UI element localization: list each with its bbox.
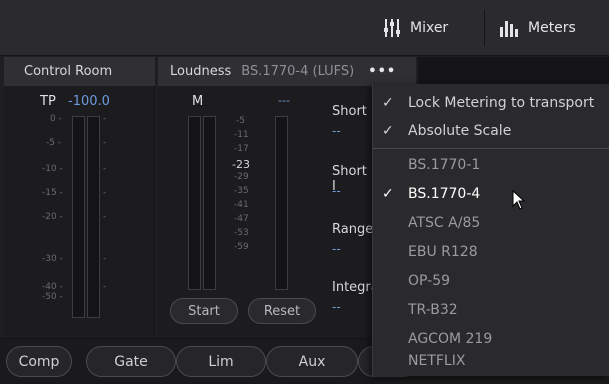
cr-tick: -15 - bbox=[42, 188, 63, 198]
loudness-options-menu: ✓ Lock Metering to transport ✓ Absolute … bbox=[372, 84, 609, 376]
cr-tick-mark: - bbox=[103, 282, 107, 292]
cr-tick-mark: - bbox=[103, 188, 107, 198]
start-label: Start bbox=[188, 303, 220, 319]
loudness-title: Loudness bbox=[170, 64, 232, 79]
m-value: --- bbox=[278, 94, 290, 107]
tp-meter-left bbox=[72, 116, 85, 318]
meters-button[interactable]: Meters bbox=[500, 15, 576, 41]
menu-item-absolute-scale[interactable]: ✓ Absolute Scale bbox=[373, 116, 609, 145]
ld-tick: -11 bbox=[234, 130, 249, 140]
control-room-title: Control Room bbox=[24, 64, 113, 79]
loudness-meter-left bbox=[188, 116, 201, 290]
tab-lim-label: Lim bbox=[208, 353, 234, 370]
tab-lim[interactable]: Lim bbox=[176, 346, 266, 377]
short-value: -- bbox=[332, 124, 341, 138]
header-blank-area bbox=[418, 57, 609, 86]
cr-tick: -30 - bbox=[42, 254, 63, 264]
cr-tick: -50 - bbox=[42, 292, 63, 302]
tab-comp[interactable]: Comp bbox=[6, 346, 72, 377]
top-toolbar: Mixer Meters bbox=[0, 0, 609, 56]
menu-item-label: EBU R128 bbox=[408, 243, 478, 260]
tab-gate[interactable]: Gate bbox=[86, 346, 176, 377]
checkmark-icon: ✓ bbox=[382, 122, 394, 139]
meters-bars-icon bbox=[500, 21, 518, 37]
ld-tick: -41 bbox=[234, 200, 249, 210]
integrated-value: -- bbox=[332, 300, 341, 314]
ld-tick: -29 bbox=[234, 172, 249, 182]
menu-item-label: BS.1770-1 bbox=[408, 156, 481, 173]
loudness-panel: M --- -5 -11 -17 -23 -29 -35 -41 -47 -53… bbox=[158, 86, 379, 338]
cr-tick: -10 - bbox=[42, 164, 63, 174]
short-integrated-value: -- bbox=[332, 184, 341, 198]
cr-tick: -40 - bbox=[42, 282, 63, 292]
ld-tick: -53 bbox=[234, 228, 249, 238]
mouse-pointer-icon bbox=[512, 190, 526, 210]
loudness-header: Loudness BS.1770-4 (LUFS) ••• bbox=[158, 57, 416, 86]
tp-value: -100.0 bbox=[68, 94, 110, 109]
ld-tick: -47 bbox=[234, 214, 249, 224]
menu-item-label: TR-B32 bbox=[408, 301, 458, 318]
menu-item-label: OP-59 bbox=[408, 272, 451, 289]
menu-item-label: ATSC A/85 bbox=[408, 214, 481, 231]
menu-item-bs1770-4[interactable]: ✓ BS.1770-4 bbox=[373, 179, 609, 208]
reset-label: Reset bbox=[263, 303, 301, 319]
range-label: Range bbox=[332, 222, 374, 237]
cr-tick: -20 - bbox=[42, 212, 63, 222]
ld-tick-target: -23 bbox=[232, 158, 250, 171]
m-label: M bbox=[192, 94, 204, 109]
meters-label: Meters bbox=[528, 20, 576, 36]
loudness-meter-short bbox=[275, 116, 288, 290]
loudness-meter-right bbox=[203, 116, 216, 290]
menu-item-atsc-a85[interactable]: ATSC A/85 bbox=[373, 208, 609, 237]
menu-item-op-59[interactable]: OP-59 bbox=[373, 266, 609, 295]
tab-gate-label: Gate bbox=[114, 353, 148, 370]
cr-tick-mark: - bbox=[103, 164, 107, 174]
cr-tick-mark: - bbox=[103, 212, 107, 222]
control-room-header: Control Room bbox=[4, 57, 155, 86]
mixer-faders-icon bbox=[384, 19, 400, 37]
menu-item-label: NETFLIX bbox=[408, 352, 466, 369]
menu-item-netflix[interactable]: NETFLIX bbox=[373, 346, 609, 375]
menu-item-label: Absolute Scale bbox=[408, 122, 512, 139]
toolbar-divider bbox=[484, 10, 485, 46]
cr-tick-mark: - bbox=[103, 114, 107, 124]
loudness-standard: BS.1770-4 (LUFS) bbox=[241, 64, 355, 79]
cr-tick: -5 - bbox=[46, 138, 62, 148]
range-value: -- bbox=[332, 242, 341, 256]
tp-label: TP bbox=[40, 94, 56, 109]
tab-aux[interactable]: Aux bbox=[266, 346, 358, 377]
menu-item-ebu-r128[interactable]: EBU R128 bbox=[373, 237, 609, 266]
short-label: Short bbox=[332, 104, 367, 119]
checkmark-icon: ✓ bbox=[382, 94, 394, 111]
menu-divider bbox=[373, 148, 609, 149]
menu-item-lock-metering[interactable]: ✓ Lock Metering to transport bbox=[373, 88, 609, 117]
cr-tick: 0 - bbox=[50, 114, 62, 124]
ld-tick: -17 bbox=[234, 144, 249, 154]
reset-button[interactable]: Reset bbox=[248, 298, 316, 324]
menu-item-label: AGCOM 219 bbox=[408, 330, 493, 347]
start-button[interactable]: Start bbox=[170, 298, 238, 324]
ld-tick: -59 bbox=[234, 242, 249, 252]
cr-tick-mark: - bbox=[103, 138, 107, 148]
ld-tick: -35 bbox=[234, 186, 249, 196]
tab-aux-label: Aux bbox=[298, 353, 326, 370]
control-room-panel: TP -100.0 0 - -5 - -10 - -15 - -20 - -30… bbox=[4, 86, 155, 338]
menu-item-tr-b32[interactable]: TR-B32 bbox=[373, 295, 609, 324]
menu-item-label: BS.1770-4 bbox=[408, 185, 481, 202]
tab-comp-label: Comp bbox=[18, 353, 60, 370]
mixer-button[interactable]: Mixer bbox=[384, 15, 448, 41]
menu-item-bs1770-1[interactable]: BS.1770-1 bbox=[373, 150, 609, 179]
menu-item-label: Lock Metering to transport bbox=[408, 94, 595, 111]
mixer-label: Mixer bbox=[410, 20, 449, 36]
tp-meter-right bbox=[87, 116, 100, 318]
cr-tick-mark: - bbox=[103, 254, 107, 264]
checkmark-icon: ✓ bbox=[382, 185, 394, 202]
loudness-options-button[interactable]: ••• bbox=[368, 64, 396, 79]
ld-tick: -5 bbox=[236, 116, 245, 126]
